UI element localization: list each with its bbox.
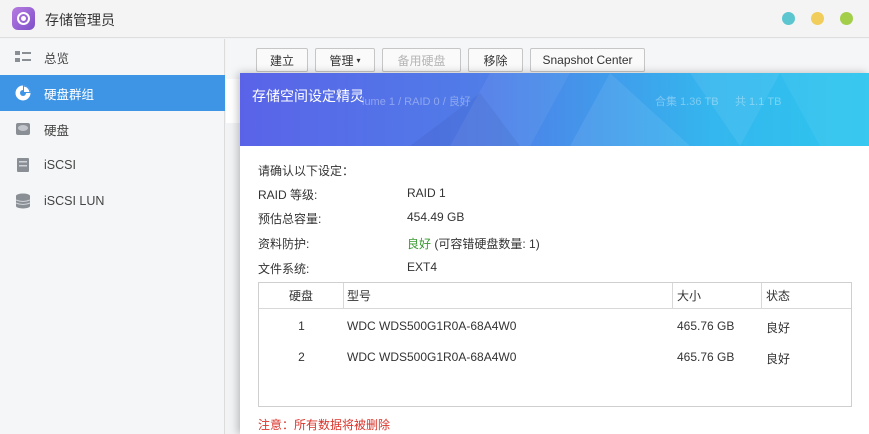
storage-manager-app-icon (12, 7, 35, 30)
raid-level-label: RAID 等级: (258, 188, 318, 202)
sidebar-item-label: 总览 (44, 51, 70, 66)
data-protection-value: 良好 (可容错硬盘数量: 1) (407, 235, 540, 252)
background-total-info: 共 1.1 TB (735, 96, 782, 108)
column-header-size[interactable]: 大小 (673, 283, 762, 309)
minimize-window-button[interactable] (811, 12, 824, 25)
sidebar-item-label: iSCSI (44, 158, 76, 172)
remove-button[interactable]: 移除 (468, 48, 523, 72)
table-row-1-size: 465.76 GB (677, 319, 735, 333)
raid-level-value: RAID 1 (407, 186, 446, 200)
chevron-down-icon: ▾ (356, 55, 361, 65)
title-bar: 存储管理员 (0, 0, 869, 38)
close-window-button[interactable] (782, 12, 795, 25)
disk-table: 硬盘 型号 大小 状态 1 WDC WDS500G1R0A-68A4W0 465… (258, 282, 852, 407)
iscsi-icon (17, 158, 29, 172)
column-header-model[interactable]: 型号 (344, 283, 673, 309)
snapshot-center-button[interactable]: Snapshot Center (530, 48, 645, 72)
background-size-info: 合集 1.36 TB (655, 96, 719, 108)
table-header: 硬盘 型号 大小 状态 (259, 283, 851, 309)
protection-status-good: 良好 (407, 237, 432, 251)
maximize-window-button[interactable] (840, 12, 853, 25)
sidebar-item-overview[interactable]: 总览 (0, 39, 225, 75)
create-button[interactable]: 建立 (256, 48, 308, 72)
table-row-1-model: WDC WDS500G1R0A-68A4W0 (347, 319, 517, 333)
hot-spare-button[interactable]: 备用硬盘 (382, 48, 461, 72)
background-volume-info: lume 1 / RAID 0 / 良好 (362, 96, 471, 108)
sidebar-item-iscsi[interactable]: iSCSI (0, 147, 225, 183)
column-header-status[interactable]: 状态 (762, 283, 851, 309)
column-header-disk[interactable]: 硬盘 (259, 283, 344, 309)
disk-group-icon (15, 85, 31, 101)
table-row-2-size: 465.76 GB (677, 350, 735, 364)
sidebar-item-label: iSCSI LUN (44, 194, 105, 208)
disk-icon (16, 123, 30, 135)
file-system-value: EXT4 (407, 260, 438, 274)
table-row-1-status: 良好 (766, 321, 791, 335)
table-row-1-disk: 1 (298, 319, 305, 333)
sidebar-item-disk[interactable]: 硬盘 (0, 111, 225, 147)
sidebar-item-label: 硬盘群组 (44, 87, 95, 102)
sidebar-item-label: 硬盘 (44, 123, 70, 138)
confirm-prompt: 请确认以下设定： (258, 164, 355, 178)
storage-wizard-dialog: 存储空间设定精灵 lume 1 / RAID 0 / 良好 合集 1.36 TB… (240, 73, 869, 434)
dialog-header: 存储空间设定精灵 lume 1 / RAID 0 / 良好 合集 1.36 TB… (240, 73, 869, 146)
manage-button-label: 管理 (329, 53, 354, 68)
file-system-label: 文件系统: (258, 262, 310, 276)
estimated-capacity-label: 预估总容量: (258, 212, 322, 226)
dialog-title: 存储空间设定精灵 (252, 88, 364, 104)
data-deletion-warning: 注意：所有数据将被删除 (258, 418, 391, 432)
table-row-2-disk: 2 (298, 350, 305, 364)
header-pattern (410, 73, 869, 146)
overview-icon (15, 51, 31, 62)
sidebar: 总览 硬盘群组 硬盘 iSCSI iSCSI LUN (0, 39, 225, 434)
sidebar-item-iscsi-lun[interactable]: iSCSI LUN (0, 183, 225, 219)
estimated-capacity-value: 454.49 GB (407, 210, 465, 224)
table-row-2-status: 良好 (766, 352, 791, 366)
iscsi-lun-icon (15, 193, 31, 209)
manage-button[interactable]: 管理 ▾ (315, 48, 375, 72)
app-title: 存储管理员 (45, 12, 115, 28)
sidebar-item-disk-group[interactable]: 硬盘群组 (0, 75, 225, 111)
protection-fault-tolerance: (可容错硬盘数量: 1) (431, 237, 540, 251)
data-protection-label: 资料防护: (258, 237, 310, 251)
table-row-2-model: WDC WDS500G1R0A-68A4W0 (347, 350, 517, 364)
